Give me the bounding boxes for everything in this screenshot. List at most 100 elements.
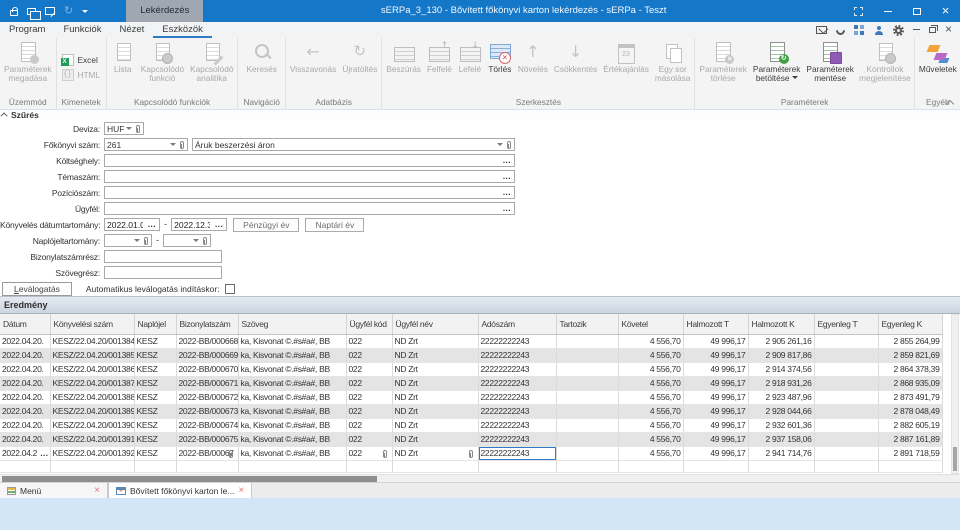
column-header-halmozott-k[interactable]: Halmozott K [748, 314, 814, 334]
table-cell[interactable]: ND Zrt [392, 418, 478, 432]
table-cell[interactable]: KESZ [134, 334, 176, 348]
table-cell[interactable]: 2 878 048,49 [878, 404, 942, 418]
pozicioszam-input[interactable] [104, 186, 515, 199]
table-cell[interactable]: 2022-BB/000674 [176, 418, 238, 432]
horizontal-scrollbar-thumb[interactable] [2, 476, 377, 482]
date-from-field[interactable] [105, 220, 145, 230]
table-cell[interactable] [814, 446, 878, 460]
table-cell[interactable]: 22222222243 [478, 404, 556, 418]
empty-cell[interactable] [814, 460, 878, 472]
table-cell[interactable]: 49 996,17 [683, 432, 748, 446]
table-cell[interactable]: 2 859 821,69 [878, 348, 942, 362]
close-tab-icon[interactable] [238, 486, 244, 496]
table-cell[interactable]: 2 918 931,26 [748, 376, 814, 390]
ellipsis-button[interactable] [500, 156, 514, 165]
table-cell[interactable]: KESZ/22.04.20/001392 [50, 446, 134, 460]
table-cell[interactable]: 2022.04.20. [0, 390, 50, 404]
table-cell[interactable]: 4 556,70 [618, 334, 683, 348]
table-cell[interactable]: 22222222243 [478, 432, 556, 446]
deviza-combo[interactable]: HUF [104, 122, 144, 135]
ribbon-button-param-terek-ment-se[interactable]: Paraméterek mentése [803, 39, 857, 96]
ellipsis-button[interactable] [500, 188, 514, 197]
table-cell[interactable]: KESZ/22.04.20/001390 [50, 418, 134, 432]
table-cell[interactable]: 22222222243 [478, 390, 556, 404]
table-cell[interactable] [814, 418, 878, 432]
temaszam-input[interactable] [104, 170, 515, 183]
table-cell[interactable]: 2022.04.20. [0, 362, 50, 376]
table-cell[interactable] [556, 376, 618, 390]
column-header-ad-sz-m[interactable]: Adószám [478, 314, 556, 334]
ribbon-button-kontrollok-megjelen-t-se[interactable]: Kontrollok megjelenítése [857, 39, 913, 96]
table-cell[interactable] [556, 418, 618, 432]
table-cell[interactable]: 2022.04.20. [0, 404, 50, 418]
table-cell[interactable]: KESZ/22.04.20/001387 [50, 376, 134, 390]
table-cell[interactable]: KESZ/22.04.20/001384 [50, 334, 134, 348]
table-cell[interactable]: ND Zrt [392, 446, 478, 460]
menu-tab-program[interactable]: Program [0, 22, 54, 38]
table-cell[interactable]: 2022-BB/000675 [176, 432, 238, 446]
table-cell[interactable]: 2022.04.2 [0, 446, 50, 460]
ribbon-button-excel[interactable]: Excel [58, 53, 102, 68]
ribbon-button-besz-r-s[interactable]: Beszúrás [383, 39, 424, 96]
table-cell[interactable]: ND Zrt [392, 432, 478, 446]
child-restore-icon[interactable] [929, 27, 936, 33]
empty-cell[interactable] [618, 460, 683, 472]
table-cell[interactable]: 2022-BB/000671 [176, 376, 238, 390]
table-cell[interactable]: 022 [346, 404, 392, 418]
bottom-tab-b-v-tett-f-k-nyvi-karton-le[interactable]: Bővített főkönyvi karton le... [108, 483, 252, 498]
table-cell[interactable]: 2 941 714,76 [748, 446, 814, 460]
table-cell[interactable]: 4 556,70 [618, 404, 683, 418]
table-cell[interactable]: 49 996,17 [683, 348, 748, 362]
menu-tab-eszk-z-k[interactable]: Eszközök [153, 22, 212, 38]
table-cell[interactable]: 2 891 718,59 [878, 446, 942, 460]
table-cell[interactable]: 4 556,70 [618, 418, 683, 432]
naplojel-from-combo[interactable] [104, 234, 152, 247]
table-cell[interactable] [814, 390, 878, 404]
table-cell[interactable]: KESZ/22.04.20/001388 [50, 390, 134, 404]
mail-icon[interactable] [816, 26, 827, 34]
table-cell[interactable]: 2 932 601,36 [748, 418, 814, 432]
table-cell[interactable]: KESZ [134, 432, 176, 446]
levalogatas-button[interactable]: Leválogatás [2, 282, 72, 296]
table-cell[interactable]: 22222222243 [478, 348, 556, 362]
bizonylatszamresz-input[interactable] [104, 250, 222, 263]
table-cell[interactable]: 49 996,17 [683, 418, 748, 432]
filter-section-header[interactable]: Szűrés [0, 110, 960, 119]
table-cell[interactable]: 2022.04.20. [0, 376, 50, 390]
date-to-input[interactable] [171, 218, 227, 231]
empty-cell[interactable] [556, 460, 618, 472]
table-cell[interactable] [814, 376, 878, 390]
table-cell[interactable] [556, 362, 618, 376]
temaszam-field[interactable] [105, 172, 500, 182]
table-cell[interactable]: ka, Kisvonat ©.#s#a#, BB [238, 404, 346, 418]
ribbon-button-lefel[interactable]: Lefelé [455, 39, 485, 96]
ellipsis-button[interactable] [500, 204, 514, 213]
ribbon-button-jrat-lt-s[interactable]: Újratöltés [339, 39, 380, 96]
table-cell[interactable]: 2022.04.20. [0, 432, 50, 446]
table-cell[interactable]: KESZ/22.04.20/001389 [50, 404, 134, 418]
horizontal-scrollbar[interactable] [0, 474, 960, 482]
bizonylatszamresz-field[interactable] [105, 252, 221, 262]
table-cell[interactable]: 022 [346, 376, 392, 390]
close-tab-icon[interactable] [94, 486, 100, 496]
table-cell[interactable]: 4 556,70 [618, 432, 683, 446]
child-minimize-icon[interactable] [913, 29, 920, 30]
table-cell[interactable]: KESZ [134, 446, 176, 460]
column-header-gyf-l-k-d[interactable]: Ügyfél kód [346, 314, 392, 334]
table-cell[interactable] [556, 404, 618, 418]
menu-tab-n-zet[interactable]: Nézet [110, 22, 153, 38]
table-cell[interactable]: 2022-BB/000669 [176, 348, 238, 362]
table-cell[interactable]: ND Zrt [392, 348, 478, 362]
ribbon-button-m-veletek[interactable]: Műveletek [916, 39, 960, 96]
child-close-icon[interactable] [945, 25, 952, 36]
date-to-field[interactable] [172, 220, 212, 230]
koltseghely-field[interactable] [105, 156, 500, 166]
column-header-d-tum[interactable]: Dátum [0, 314, 50, 334]
ribbon-button-param-terek-bet-lt-se[interactable]: Paraméterek betöltése [750, 39, 804, 96]
table-cell[interactable]: 022 [346, 432, 392, 446]
table-cell[interactable]: 22222222243 [478, 362, 556, 376]
table-cell[interactable]: 4 556,70 [618, 376, 683, 390]
maximize-button[interactable] [902, 0, 931, 22]
table-cell[interactable]: 022 [346, 334, 392, 348]
table-cell[interactable]: ka, Kisvonat ©.#s#a#, BB [238, 418, 346, 432]
